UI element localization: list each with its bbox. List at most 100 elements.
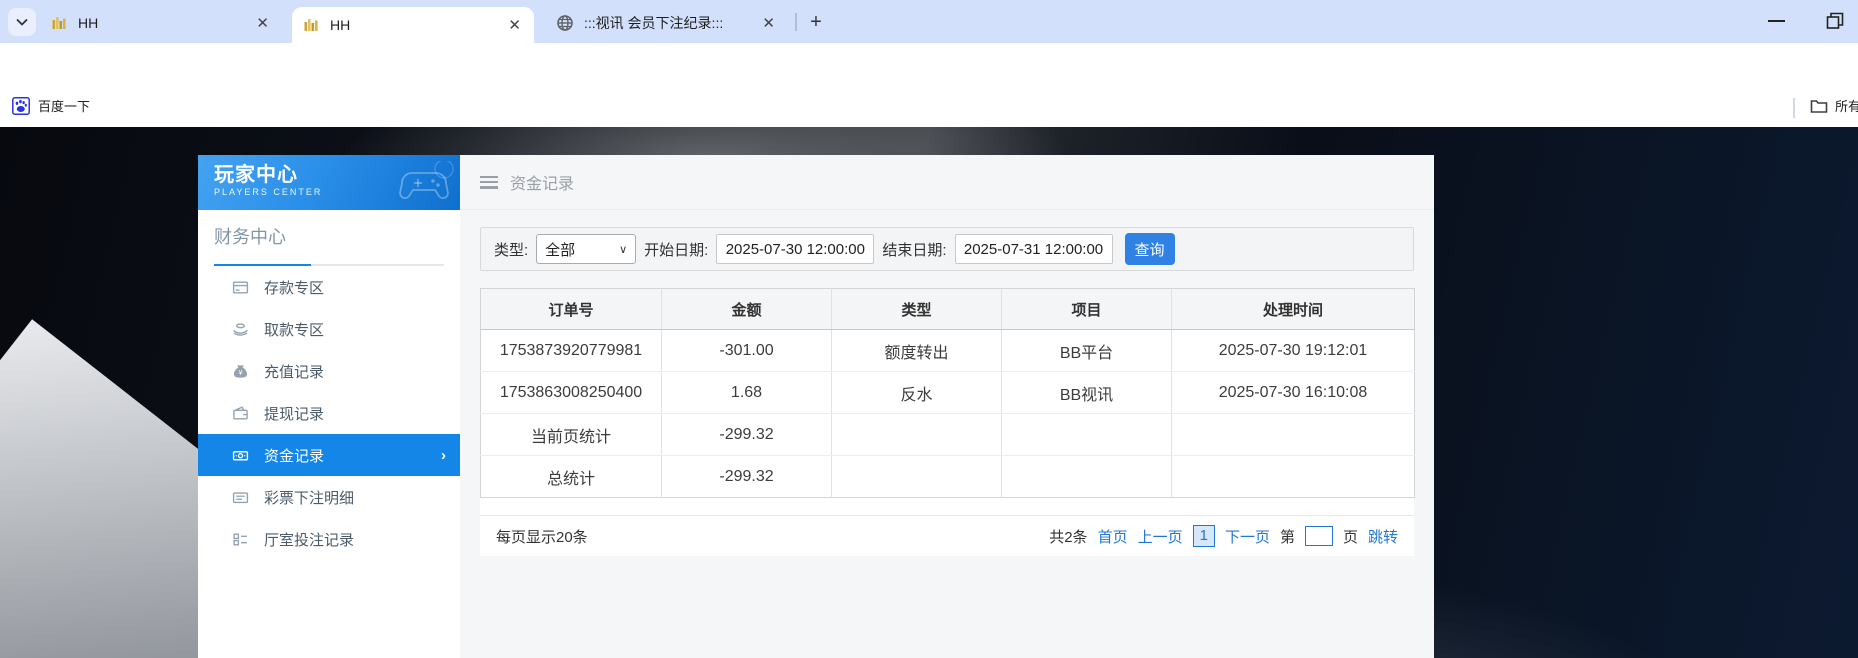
cell-order-no: 1753863008250400: [480, 371, 662, 414]
wallet-icon: [232, 404, 250, 422]
sidebar-item-fund-records[interactable]: 资金记录 ›: [198, 434, 460, 476]
current-page-badge: 1: [1192, 525, 1215, 547]
jump-prefix-label: 第: [1279, 528, 1295, 546]
finance-section-title: 财务中心: [214, 227, 286, 247]
sidebar-item-deposit[interactable]: 存款专区: [198, 266, 460, 308]
page-title: 资金记录: [510, 176, 575, 193]
bookmark-label: 百度一下: [38, 99, 91, 114]
baidu-paw-icon: [12, 96, 30, 115]
tab-search-button[interactable]: [8, 8, 36, 36]
tab-hh-2-active[interactable]: HH ✕: [292, 7, 534, 43]
sidebar-item-label: 厅室投注记录: [264, 531, 355, 549]
chevron-down-icon: [16, 18, 28, 26]
cell-order-no: 1753873920779981: [480, 329, 662, 372]
tab-close-button[interactable]: ✕: [505, 16, 524, 34]
sidebar-item-label: 提现记录: [264, 405, 325, 423]
sidebar-item-label: 资金记录: [264, 447, 325, 465]
chevron-right-icon: ›: [441, 446, 446, 464]
browser-toolbar: mgm1065.com/hhcp/usercenter.html?iniType…: [0, 43, 1858, 127]
all-bookmarks-label: 所有书签: [1835, 99, 1858, 114]
globe-favicon: [557, 15, 573, 31]
panel-header: 资金记录: [460, 155, 1434, 210]
bookmark-baidu[interactable]: 百度一下: [12, 96, 90, 115]
player-center-sidebar: 玩家中心 PLAYERS CENTER 财务中心 存款专区 取款专区 ¥ 充值记…: [198, 155, 460, 658]
table-row-grand-total: 总统计 -299.32: [480, 455, 1415, 498]
jump-button[interactable]: 跳转: [1368, 526, 1398, 547]
fund-records-panel: 资金记录 类型: 全部 ∨ 开始日期: 结束日期: 查询 订单号: [460, 155, 1434, 658]
sidebar-item-label: 取款专区: [264, 321, 325, 339]
tab-strip: HH ✕ HH ✕ :::视讯 会员下注纪录::: ✕ +: [0, 0, 1858, 43]
sidebar-item-withdraw-records[interactable]: 提现记录: [198, 392, 460, 434]
search-button[interactable]: 查询: [1124, 233, 1175, 265]
sidebar-item-label: 存款专区: [264, 279, 325, 297]
start-date-label: 开始日期:: [644, 241, 709, 259]
cell-project: BB平台: [1001, 329, 1172, 372]
cell-type: 反水: [831, 371, 1002, 414]
sidebar-item-recharge-records[interactable]: ¥ 充值记录: [198, 350, 460, 392]
table-row-page-total: 当前页统计 -299.32: [480, 413, 1415, 456]
sidebar-item-room-bet-records[interactable]: 厅室投注记录: [198, 518, 460, 560]
tab-close-button[interactable]: ✕: [253, 14, 272, 32]
prev-page-link[interactable]: 上一页: [1138, 526, 1183, 547]
records-card: 订单号 金额 类型 项目 处理时间 1753873920779981 -301.…: [480, 288, 1415, 556]
cell-amount: -299.32: [661, 413, 832, 456]
new-tab-button[interactable]: +: [803, 9, 829, 35]
end-date-input[interactable]: [954, 234, 1113, 264]
sidebar-item-lottery-bets[interactable]: 彩票下注明细: [198, 476, 460, 518]
col-amount: 金额: [661, 288, 832, 330]
type-select-value: 全部: [545, 241, 576, 259]
first-page-link[interactable]: 首页: [1098, 526, 1128, 547]
tab-title: HH: [78, 15, 99, 31]
ticket-list-icon: [232, 488, 250, 506]
sidebar-item-label: 彩票下注明细: [264, 489, 355, 507]
hamburger-icon: [480, 175, 498, 189]
bookmarks-separator: [1793, 98, 1795, 118]
tab-hh-1[interactable]: HH ✕: [40, 6, 282, 40]
fund-records-table: 订单号 金额 类型 项目 处理时间 1753873920779981 -301.…: [480, 288, 1415, 498]
all-bookmarks-button[interactable]: 所有书签: [1810, 96, 1858, 115]
svg-text:¥: ¥: [239, 370, 243, 377]
finance-section: 财务中心: [198, 210, 460, 266]
type-label: 类型:: [494, 241, 529, 259]
table-header-row: 订单号 金额 类型 项目 处理时间: [480, 288, 1415, 330]
hand-coins-icon: [232, 320, 250, 338]
page-content: 玩家中心 PLAYERS CENTER 财务中心 存款专区 取款专区 ¥ 充值记…: [0, 127, 1858, 658]
sidebar-header: 玩家中心 PLAYERS CENTER: [198, 155, 460, 210]
type-select[interactable]: 全部 ∨: [536, 234, 637, 264]
page-number-input[interactable]: [1304, 526, 1333, 546]
cell-amount: -301.00: [661, 329, 832, 372]
window-minimize-button[interactable]: [1768, 20, 1785, 22]
pagination-bar: 每页显示20条 共2条 首页 上一页 1 下一页 第 页 跳转: [480, 515, 1414, 556]
table-row: 1753863008250400 1.68 反水 BB视讯 2025-07-30…: [480, 371, 1415, 414]
cell-label: 当前页统计: [480, 413, 662, 456]
tab-video-records[interactable]: :::视讯 会员下注纪录::: ✕: [546, 6, 788, 40]
cell-type: 额度转出: [831, 329, 1002, 372]
cell-process-time: 2025-07-30 16:10:08: [1171, 371, 1415, 414]
table-row: 1753873920779981 -301.00 额度转出 BB平台 2025-…: [480, 329, 1415, 372]
col-type: 类型: [831, 288, 1002, 330]
next-page-link[interactable]: 下一页: [1225, 526, 1270, 547]
deposit-card-icon: [232, 278, 250, 296]
tab-separator: [795, 13, 797, 31]
sidebar-item-label: 充值记录: [264, 363, 325, 381]
col-project: 项目: [1001, 288, 1172, 330]
gold-bars-favicon: [304, 19, 318, 31]
cell-amount: -299.32: [661, 455, 832, 498]
tab-title: HH: [330, 17, 351, 33]
folder-icon: [1810, 99, 1828, 113]
cell-process-time: 2025-07-30 19:12:01: [1171, 329, 1415, 372]
money-bag-icon: ¥: [232, 362, 250, 380]
sidebar-item-withdraw-zone[interactable]: 取款专区: [198, 308, 460, 350]
chevron-down-icon: ∨: [619, 243, 628, 256]
start-date-input[interactable]: [716, 234, 875, 264]
col-process-time: 处理时间: [1171, 288, 1415, 330]
filter-bar: 类型: 全部 ∨ 开始日期: 结束日期: 查询: [480, 227, 1414, 271]
banknote-icon: [232, 446, 250, 464]
gamepad-icon: [399, 161, 454, 199]
tab-close-button[interactable]: ✕: [759, 14, 778, 32]
jump-suffix-label: 页: [1342, 528, 1358, 546]
cell-amount: 1.68: [661, 371, 832, 414]
pagination-controls: 共2条 首页 上一页 1 下一页 第 页 跳转: [1049, 525, 1398, 547]
window-restore-button[interactable]: [1826, 12, 1844, 30]
per-page-label: 每页显示20条: [496, 528, 588, 546]
